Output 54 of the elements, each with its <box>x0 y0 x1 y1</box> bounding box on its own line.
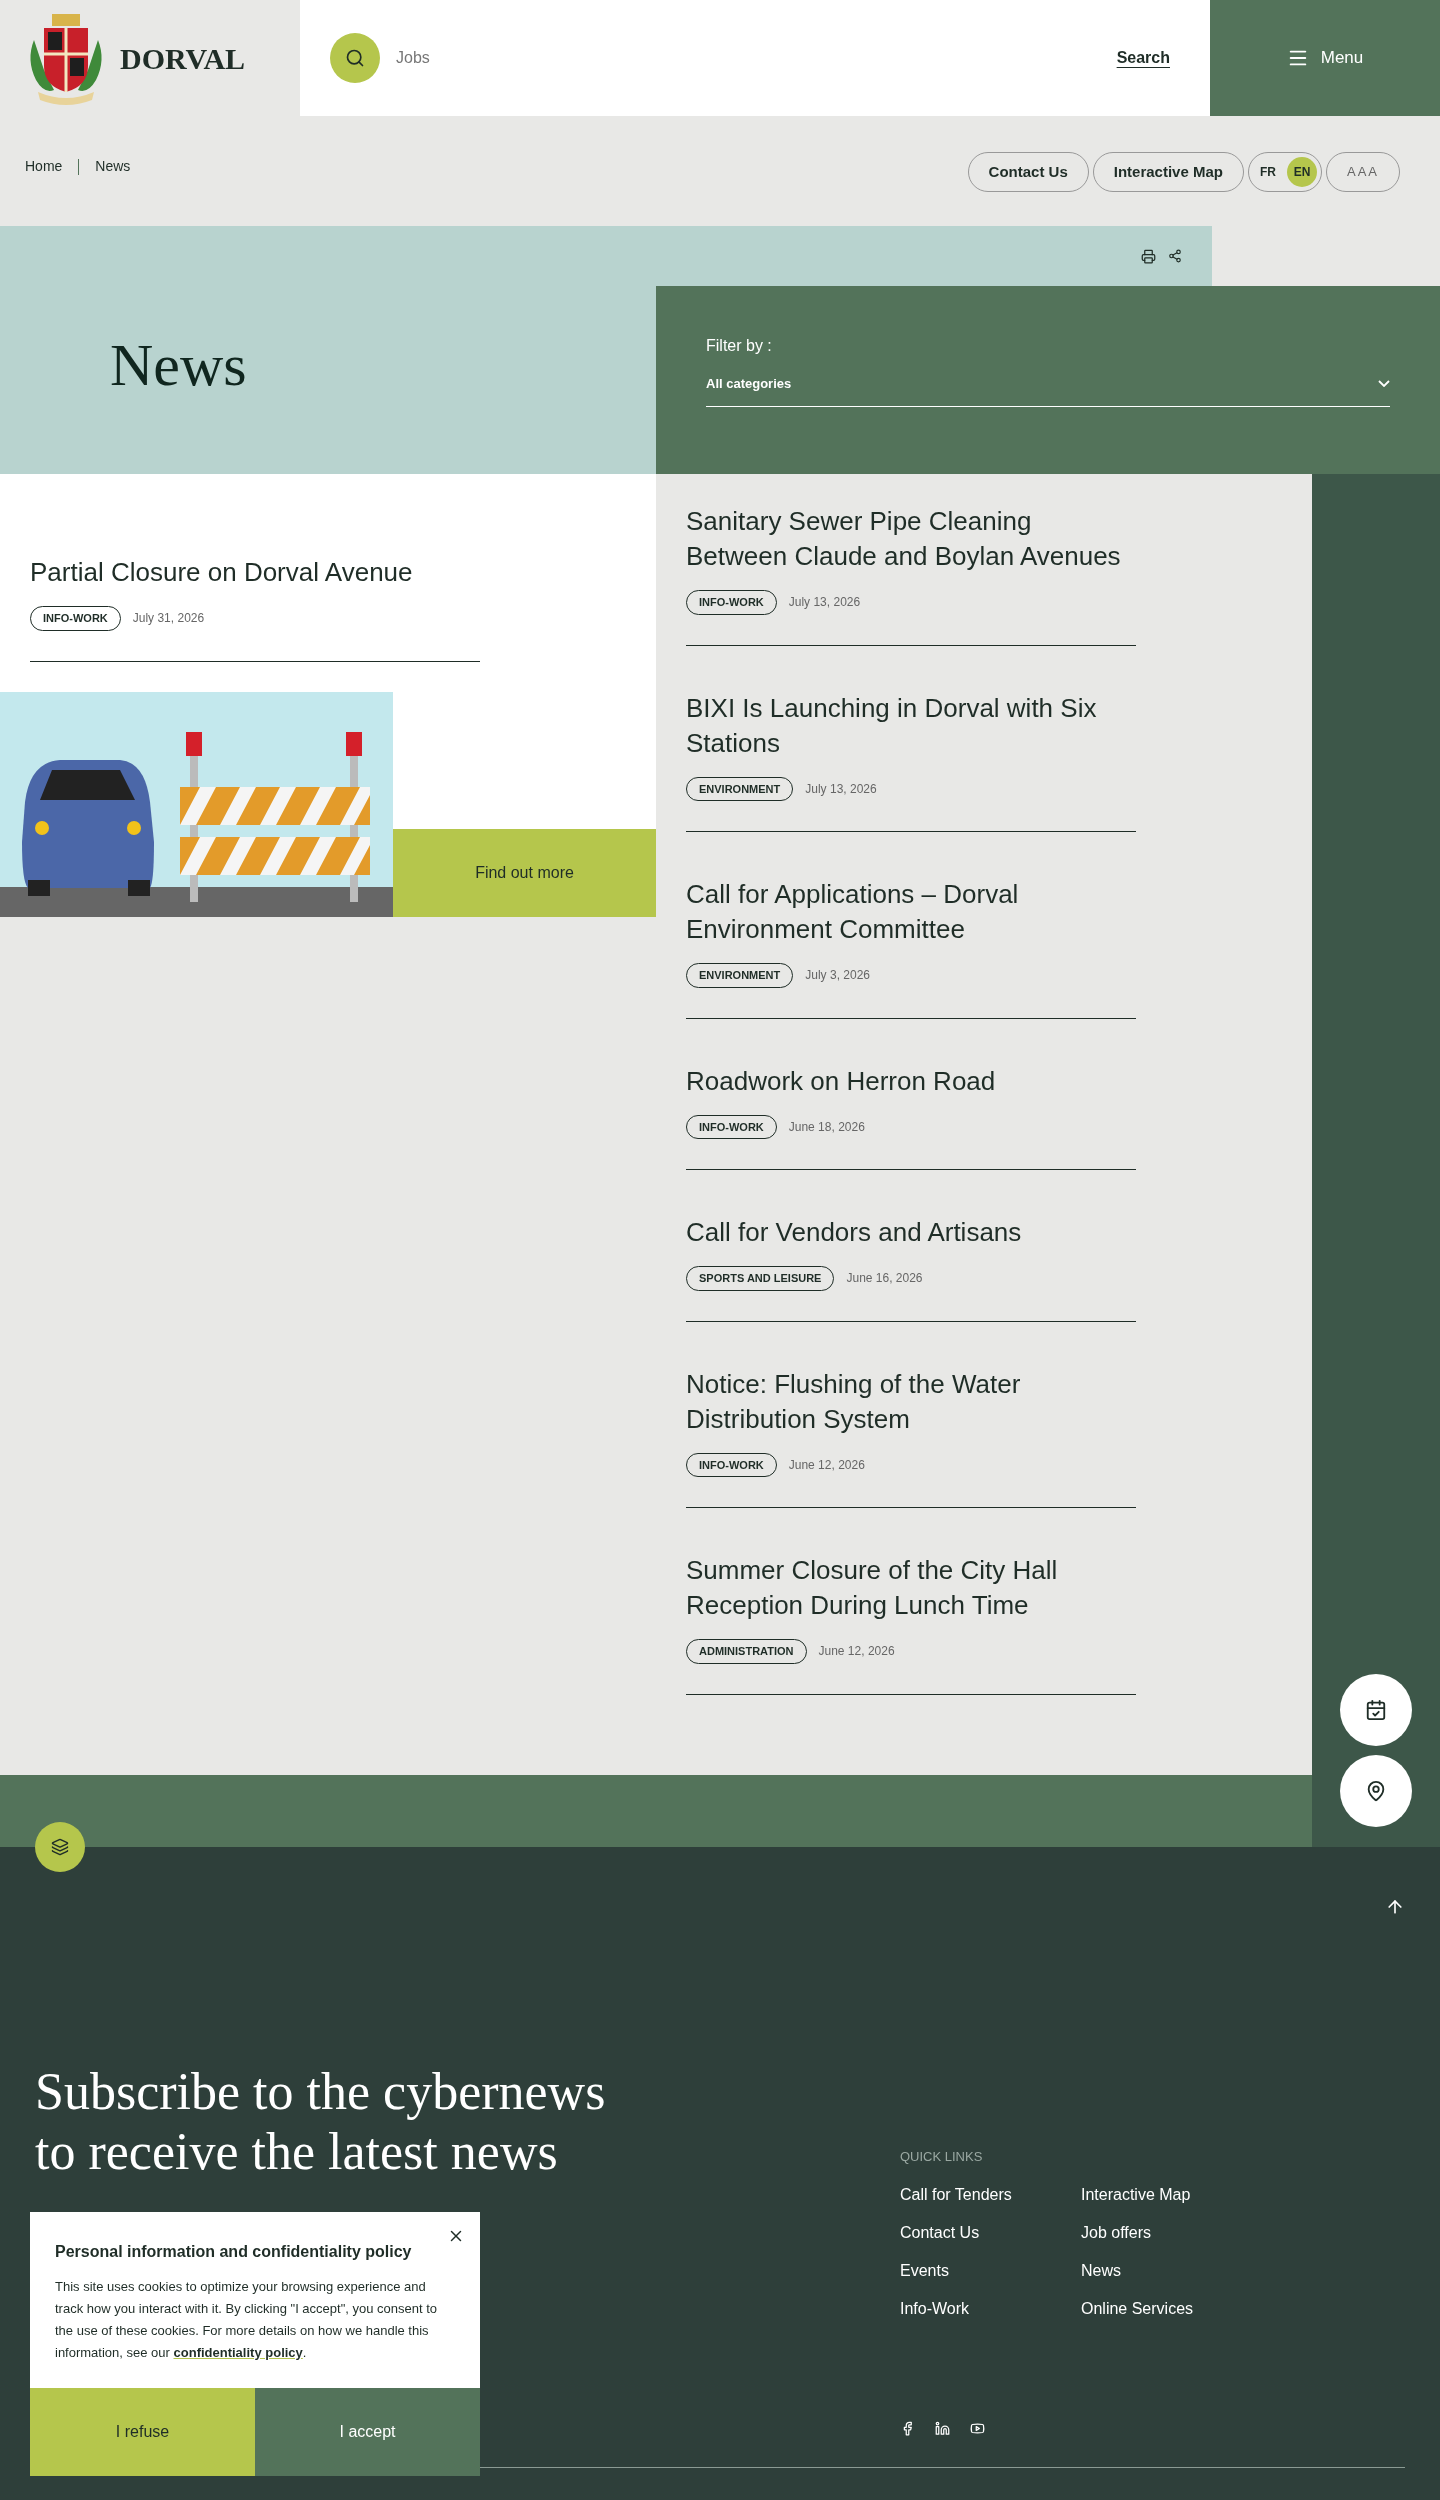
youtube-icon[interactable] <box>970 2420 985 2436</box>
article-title[interactable]: Partial Closure on Dorval Avenue <box>30 554 626 590</box>
print-icon[interactable] <box>1141 248 1156 264</box>
article-date: July 31, 2026 <box>132 610 205 628</box>
article-title[interactable]: Call for Vendors and Artisans <box>686 1215 1136 1250</box>
article-date: June 12, 2026 <box>788 1456 865 1474</box>
breadcrumb-link[interactable]: Home <box>25 156 63 177</box>
confidentiality-policy-link[interactable]: confidentiality policy <box>173 2345 303 2360</box>
layers-icon <box>51 1838 69 1856</box>
article-date: July 13, 2026 <box>788 594 861 612</box>
article-title[interactable]: BIXI Is Launching in Dorval with Six Stations <box>686 690 1136 761</box>
language-option[interactable]: EN <box>1287 157 1317 187</box>
find-out-more-button[interactable]: Find out more <box>393 828 656 917</box>
search-field[interactable]: Jobs <box>396 46 1117 70</box>
chevron-down-icon <box>1378 380 1390 388</box>
article-title[interactable]: Summer Closure of the City Hall Reception During Lunch Time <box>686 1553 1136 1623</box>
search-button[interactable] <box>330 33 380 83</box>
quick-link[interactable]: Info-Work <box>900 2296 1081 2321</box>
article-title[interactable]: Roadwork on Herron Road <box>686 1063 1136 1099</box>
quick-link[interactable]: Call for Tenders <box>900 2182 1081 2207</box>
quick-link[interactable]: Events <box>900 2258 1081 2283</box>
article-date: June 16, 2026 <box>846 1270 923 1288</box>
filter-label: Filter by : <box>706 336 773 356</box>
share-icon[interactable] <box>1168 249 1182 263</box>
layers-button[interactable] <box>35 1822 85 1872</box>
map-pin-icon <box>1365 1780 1387 1802</box>
menu-button[interactable]: Menu <box>1210 0 1440 116</box>
quick-link[interactable]: Contact Us <box>900 2220 1081 2245</box>
article-date: July 13, 2026 <box>805 780 877 798</box>
article-date: June 12, 2026 <box>818 1643 895 1661</box>
language-option[interactable]: FR <box>1253 157 1283 187</box>
quick-link[interactable]: Job offers <box>1081 2220 1261 2245</box>
breadcrumb-link[interactable]: News <box>95 156 131 177</box>
subscribe-heading: Subscribe to the cybernews to receive the latest news <box>35 2062 606 2182</box>
logo-text[interactable]: DORVAL <box>120 35 246 81</box>
linkedin-icon[interactable] <box>935 2420 950 2436</box>
calendar-icon <box>1365 1699 1387 1721</box>
quick-link[interactable]: Interactive Map <box>1081 2182 1261 2207</box>
article-date: June 18, 2026 <box>788 1118 865 1136</box>
article-title[interactable]: Notice: Flushing of the Water Distribution System <box>686 1366 1136 1437</box>
article-title[interactable]: Sanitary Sewer Pipe Cleaning Between Claude and Boylan Avenues <box>686 504 1136 574</box>
article-date: July 3, 2026 <box>805 967 870 985</box>
category-dropdown[interactable]: All categories <box>706 374 1390 407</box>
quick-links-heading: QUICK LINKS <box>900 2148 984 2166</box>
cookie-title: Personal information and confidentiality policy <box>55 2242 413 2262</box>
page-title: News <box>110 331 248 400</box>
cookie-text: This site uses cookies to optimize your browsing experience and track how you interact with it. By clicking "I accept", you consent to the use of these cookies. For more details on how we handle this information, see our confidentiality policy. <box>55 2278 439 2362</box>
quick-link[interactable]: Online Services <box>1081 2296 1261 2321</box>
quick-link[interactable]: News <box>1081 2258 1261 2283</box>
search-link[interactable]: Search <box>1116 46 1170 70</box>
refuse-button[interactable]: I refuse <box>30 2388 255 2476</box>
search-icon <box>345 48 365 68</box>
article-title[interactable]: Call for Applications – Dorval Environment Committee <box>686 877 1136 947</box>
accept-button[interactable]: I accept <box>255 2388 480 2476</box>
